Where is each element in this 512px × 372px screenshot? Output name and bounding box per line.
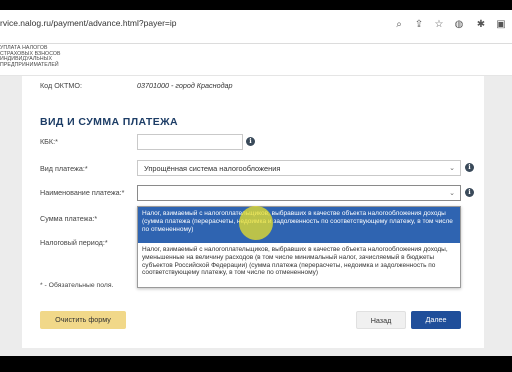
- payment-type-label: Вид платежа:*: [40, 164, 88, 173]
- logo-line: предпринимателей: [0, 61, 59, 68]
- chevron-down-icon: ⌄: [449, 190, 455, 197]
- site-header: Уплата налогов страховых взносов индивид…: [0, 44, 512, 76]
- browser-window: rvice.nalog.ru/payment/advance.html?paye…: [0, 10, 512, 356]
- cursor-highlight: [239, 206, 273, 240]
- payment-type-select[interactable]: Упрощённая система налогообложения ⌄: [137, 160, 461, 176]
- oktmo-label: Код ОКТМО:: [40, 81, 82, 90]
- payment-name-dropdown-list[interactable]: Налог, взимаемый с налогоплательщиков, в…: [137, 206, 461, 288]
- bookmark-star-icon[interactable]: ☆: [432, 18, 446, 32]
- required-fields-note: * - Обязательные поля.: [40, 282, 114, 289]
- address-bar-url[interactable]: rvice.nalog.ru/payment/advance.html?paye…: [0, 18, 176, 28]
- payment-type-info-icon[interactable]: i: [465, 163, 474, 172]
- payment-name-label: Наименование платежа:*: [40, 188, 125, 197]
- payment-type-value: Упрощённая система налогообложения: [144, 164, 281, 173]
- kbk-input[interactable]: [137, 134, 243, 150]
- payment-name-select[interactable]: ⌄: [137, 185, 461, 201]
- dropdown-option[interactable]: Налог, взимаемый с налогоплательщиков, в…: [138, 243, 460, 289]
- oktmo-value: 03701000 - город Краснодар: [137, 81, 233, 90]
- period-label: Налоговый период:*: [40, 238, 108, 247]
- next-button[interactable]: Далее: [411, 311, 461, 329]
- kbk-label: КБК:*: [40, 137, 58, 146]
- site-logo-text[interactable]: Уплата налогов страховых взносов индивид…: [0, 45, 70, 68]
- clear-form-button[interactable]: Очистить форму: [40, 311, 126, 329]
- chevron-down-icon: ⌄: [449, 165, 455, 172]
- extensions-icon[interactable]: ✱: [474, 18, 488, 32]
- payment-name-info-icon[interactable]: i: [465, 188, 474, 197]
- profile-icon[interactable]: ▣: [494, 18, 508, 32]
- globe-icon[interactable]: ◍: [452, 18, 466, 32]
- section-title: ВИД И СУММА ПЛАТЕЖА: [40, 116, 179, 128]
- browser-toolbar: rvice.nalog.ru/payment/advance.html?paye…: [0, 10, 512, 44]
- kbk-info-icon[interactable]: i: [246, 137, 255, 146]
- back-button[interactable]: Назад: [356, 311, 406, 329]
- amount-label: Сумма платежа:*: [40, 214, 98, 223]
- dropdown-option[interactable]: Налог, взимаемый с налогоплательщиков, в…: [138, 207, 460, 243]
- share-icon[interactable]: ⇪: [412, 18, 426, 32]
- zoom-icon[interactable]: ⌕: [392, 18, 406, 32]
